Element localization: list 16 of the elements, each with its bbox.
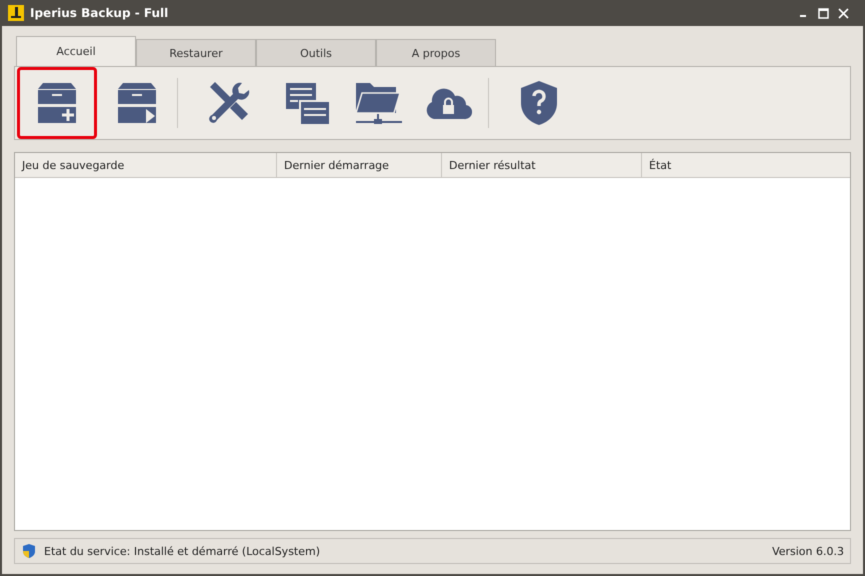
tab[interactable]: Accueil	[16, 36, 136, 66]
shield-icon	[21, 543, 37, 559]
window-title: Iperius Backup - Full	[30, 6, 168, 20]
maximize-icon[interactable]	[818, 8, 829, 18]
app-logo-icon	[8, 5, 24, 21]
service-status: Etat du service: Installé et démarré (LocalSystem)	[44, 544, 320, 558]
column-header[interactable]: Dernier résultat	[442, 153, 642, 177]
column-header[interactable]: État	[642, 153, 850, 177]
new-backup-button[interactable]	[17, 67, 97, 139]
close-icon[interactable]	[838, 8, 849, 18]
column-header[interactable]: Jeu de sauvegarde	[15, 153, 277, 177]
tab[interactable]: Outils	[256, 39, 376, 66]
tab[interactable]: A propos	[376, 39, 496, 66]
version-label: Version 6.0.3	[772, 544, 844, 558]
tab[interactable]: Restaurer	[136, 39, 256, 66]
column-header[interactable]: Dernier démarrage	[277, 153, 442, 177]
